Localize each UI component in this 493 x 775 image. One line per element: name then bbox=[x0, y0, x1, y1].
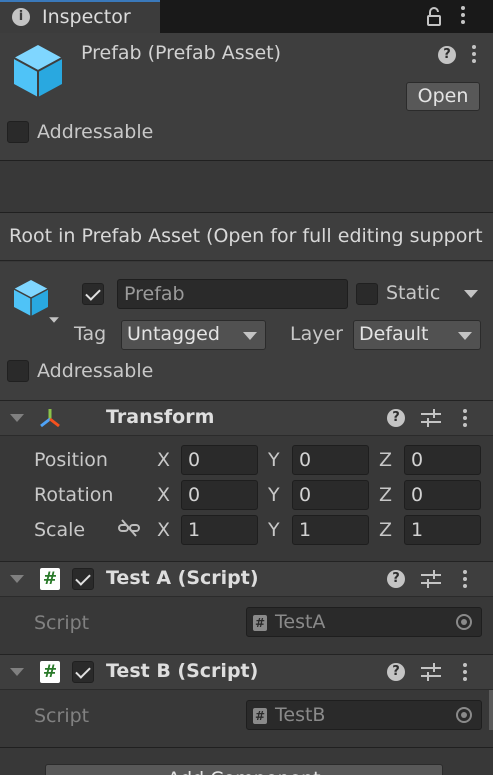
script-value: TestB bbox=[275, 704, 326, 726]
scale-y-field[interactable]: 1 bbox=[292, 515, 369, 545]
transform-icon bbox=[38, 407, 62, 434]
help-icon[interactable]: ? bbox=[438, 46, 456, 64]
static-label: Static bbox=[386, 282, 441, 304]
rotation-label: Rotation bbox=[34, 484, 114, 506]
help-icon[interactable]: ? bbox=[387, 570, 405, 588]
addressable-checkbox[interactable] bbox=[7, 121, 29, 143]
addressable-checkbox[interactable] bbox=[7, 360, 29, 382]
rotation-y-field[interactable]: 0 bbox=[292, 480, 369, 510]
script-field[interactable]: # TestA bbox=[246, 607, 482, 637]
position-z-field[interactable]: 0 bbox=[404, 445, 481, 475]
help-icon[interactable]: ? bbox=[387, 409, 405, 427]
script-file-icon: # bbox=[253, 615, 267, 631]
script-value: TestA bbox=[275, 611, 326, 633]
script-icon: # bbox=[40, 661, 60, 683]
notice-text: Root in Prefab Asset (Open for full edit… bbox=[9, 225, 483, 247]
rotation-z-field[interactable]: 0 bbox=[404, 480, 481, 510]
tag-dropdown[interactable]: Untagged bbox=[121, 320, 266, 350]
asset-menu-icon[interactable] bbox=[472, 45, 476, 66]
layer-label: Layer bbox=[290, 323, 343, 345]
chevron-down-icon bbox=[458, 332, 472, 340]
scale-z-field[interactable]: 1 bbox=[404, 515, 481, 545]
axis-x-label: X bbox=[157, 484, 171, 506]
transform-header[interactable]: Transform ? bbox=[0, 400, 493, 436]
script-field[interactable]: # TestB bbox=[246, 700, 482, 730]
object-picker-icon[interactable] bbox=[456, 707, 472, 723]
tag-value: Untagged bbox=[127, 323, 220, 345]
spacer bbox=[0, 161, 493, 213]
position-x-field[interactable]: 0 bbox=[181, 445, 258, 475]
add-component-button[interactable]: Add Component bbox=[45, 764, 443, 775]
presets-icon[interactable] bbox=[421, 570, 441, 588]
addressable-label: Addressable bbox=[37, 121, 154, 143]
axis-z-label: Z bbox=[379, 449, 393, 471]
axis-z-label: Z bbox=[379, 519, 393, 541]
info-icon: i bbox=[12, 8, 30, 26]
axis-x-label: X bbox=[157, 449, 171, 471]
axis-x-label: X bbox=[157, 519, 171, 541]
tab-inspector[interactable]: i Inspector bbox=[0, 0, 160, 33]
foldout-arrow[interactable] bbox=[10, 414, 24, 422]
gameobject-name-field[interactable]: Prefab bbox=[117, 279, 348, 309]
open-button[interactable]: Open bbox=[406, 82, 480, 111]
axis-y-label: Y bbox=[268, 449, 280, 471]
component-title: Test A (Script) bbox=[106, 567, 259, 589]
script-label: Script bbox=[34, 612, 90, 634]
layer-value: Default bbox=[359, 323, 429, 345]
static-dropdown-arrow[interactable] bbox=[464, 290, 478, 298]
component-enabled-checkbox[interactable] bbox=[72, 661, 94, 683]
foldout-arrow[interactable] bbox=[10, 668, 24, 676]
presets-icon[interactable] bbox=[421, 663, 441, 681]
transform-title: Transform bbox=[106, 406, 215, 428]
rotation-x-field[interactable]: 0 bbox=[181, 480, 258, 510]
scale-x-field[interactable]: 1 bbox=[181, 515, 258, 545]
component-menu-icon[interactable] bbox=[463, 663, 467, 684]
foldout-arrow[interactable] bbox=[10, 575, 24, 583]
component-enabled-checkbox[interactable] bbox=[72, 568, 94, 590]
script-label: Script bbox=[34, 705, 90, 727]
scrollbar[interactable] bbox=[489, 690, 493, 730]
constrain-proportions-icon[interactable] bbox=[118, 519, 140, 542]
help-icon[interactable]: ? bbox=[387, 663, 405, 681]
lock-icon[interactable] bbox=[427, 7, 441, 27]
script-file-icon: # bbox=[253, 708, 267, 724]
component-header-test-a[interactable]: # Test A (Script) ? bbox=[0, 561, 493, 597]
axis-y-label: Y bbox=[268, 519, 280, 541]
component-title: Test B (Script) bbox=[106, 660, 259, 682]
object-picker-icon[interactable] bbox=[456, 614, 472, 630]
static-checkbox[interactable] bbox=[356, 283, 378, 305]
chevron-down-icon bbox=[243, 332, 257, 340]
divider bbox=[0, 747, 493, 748]
transform-menu-icon[interactable] bbox=[463, 409, 467, 430]
tag-label: Tag bbox=[74, 323, 107, 345]
position-y-field[interactable]: 0 bbox=[292, 445, 369, 475]
layer-dropdown[interactable]: Default bbox=[353, 320, 481, 350]
prefab-asset-icon bbox=[12, 43, 64, 104]
icon-dropdown-arrow[interactable] bbox=[49, 317, 59, 323]
script-icon: # bbox=[40, 568, 60, 590]
active-checkbox[interactable] bbox=[82, 283, 104, 305]
window-menu-icon[interactable] bbox=[461, 6, 465, 27]
tab-title: Inspector bbox=[42, 6, 131, 28]
position-label: Position bbox=[34, 449, 108, 471]
gameobject-icon[interactable] bbox=[12, 278, 50, 323]
scale-label: Scale bbox=[34, 519, 86, 541]
addressable-label: Addressable bbox=[37, 360, 154, 382]
component-menu-icon[interactable] bbox=[463, 570, 467, 591]
presets-icon[interactable] bbox=[421, 409, 441, 427]
component-header-test-b[interactable]: # Test B (Script) ? bbox=[0, 654, 493, 690]
axis-y-label: Y bbox=[268, 484, 280, 506]
asset-title: Prefab (Prefab Asset) bbox=[81, 42, 282, 64]
axis-z-label: Z bbox=[379, 484, 393, 506]
